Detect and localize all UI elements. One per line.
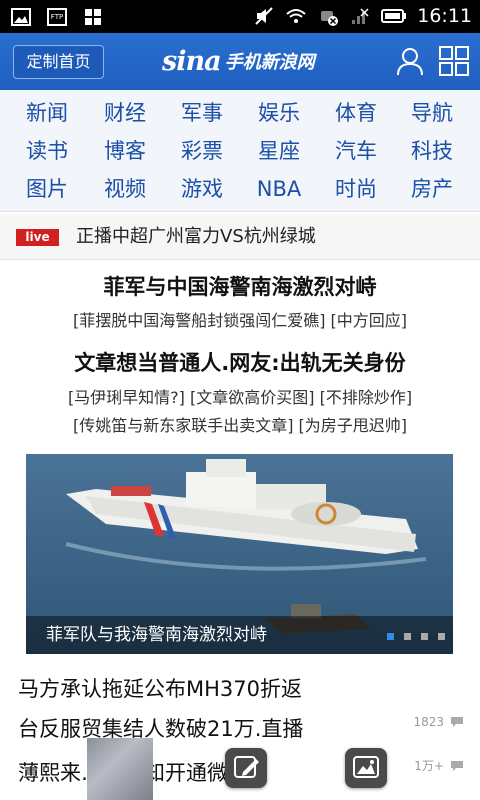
- app-header: 定制首页 sina 手机新浪网: [0, 33, 480, 90]
- carousel-dot[interactable]: [404, 633, 411, 640]
- news-list-item[interactable]: 台反服贸集结人数破21万.直播 1823: [0, 708, 480, 750]
- nav-item[interactable]: 游戏: [162, 170, 242, 208]
- nav-item[interactable]: 财经: [85, 94, 165, 132]
- gallery-icon: [353, 756, 379, 778]
- gallery-floating-button[interactable]: [345, 748, 387, 788]
- news-title: 马方承认拖延公布MH370折返: [18, 677, 302, 701]
- headline-sublinks[interactable]: [传姚笛与新东家联手出卖文章] [为房子甩迟帅]: [0, 414, 480, 438]
- nav-item[interactable]: 新闻: [7, 94, 87, 132]
- wifi-icon: [286, 9, 306, 23]
- nav-item[interactable]: 星座: [239, 132, 319, 170]
- edit-icon: [234, 756, 259, 778]
- custom-home-button[interactable]: 定制首页: [13, 45, 104, 79]
- nav-item[interactable]: 彩票: [162, 132, 242, 170]
- status-bar: FTP 16:11: [0, 0, 480, 33]
- sina-logo[interactable]: sina 手机新浪网: [162, 41, 315, 81]
- nav-row: 读书 博客 彩票 星座 汽车 科技: [0, 132, 480, 170]
- carousel-dot[interactable]: [421, 633, 428, 640]
- logo-text: 手机新浪网: [224, 52, 315, 73]
- nav-item[interactable]: 科技: [392, 132, 472, 170]
- nav-item[interactable]: 时尚: [316, 170, 396, 208]
- nav-item[interactable]: 汽车: [316, 132, 396, 170]
- edit-floating-button[interactable]: [225, 748, 267, 788]
- headline-title[interactable]: 文章想当普通人.网友:出轨无关身份: [0, 348, 480, 378]
- ftp-icon: FTP: [47, 8, 67, 26]
- category-nav: 新闻 财经 军事 娱乐 体育 导航 读书 博客 彩票 星座 汽车 科技 图片 视…: [0, 90, 480, 212]
- comment-icon: [451, 761, 463, 771]
- comment-count: 1万+: [414, 759, 444, 773]
- signal-off-icon: [321, 11, 339, 26]
- live-badge: live: [16, 229, 59, 246]
- nav-item[interactable]: NBA: [239, 170, 319, 208]
- comment-icon: [451, 717, 463, 727]
- nav-item[interactable]: 导航: [392, 94, 472, 132]
- carousel-dots: [387, 633, 445, 640]
- news-list-item[interactable]: 马方承认拖延公布MH370折返: [0, 668, 480, 710]
- nav-item[interactable]: 军事: [162, 94, 242, 132]
- photo-caption: 菲军队与我海警南海激烈对峙: [46, 625, 267, 645]
- mute-icon: [255, 7, 273, 25]
- logo-brand: sina: [162, 45, 222, 77]
- carousel-dot[interactable]: [387, 633, 394, 640]
- live-text[interactable]: 正播中超广州富力VS杭州绿城: [76, 224, 316, 250]
- signal-bars-icon: [352, 8, 369, 24]
- floating-thumbnail[interactable]: [87, 738, 153, 800]
- battery-icon: [381, 9, 407, 23]
- nav-item[interactable]: 娱乐: [239, 94, 319, 132]
- comment-count: 1823: [413, 715, 444, 729]
- svg-text:FTP: FTP: [51, 13, 63, 21]
- live-bar[interactable]: live 正播中超广州富力VS杭州绿城: [0, 214, 480, 260]
- nav-item[interactable]: 图片: [7, 170, 87, 208]
- nav-item[interactable]: 博客: [85, 132, 165, 170]
- nav-item[interactable]: 房产: [392, 170, 472, 208]
- nav-item[interactable]: 读书: [7, 132, 87, 170]
- image-icon: [11, 8, 31, 26]
- apps-icon: [85, 9, 101, 25]
- grid-menu-icon[interactable]: [438, 45, 470, 77]
- photo-carousel[interactable]: 菲军队与我海警南海激烈对峙: [26, 454, 453, 654]
- headline-title[interactable]: 菲军与中国海警南海激烈对峙: [0, 272, 480, 302]
- nav-row: 图片 视频 游戏 NBA 时尚 房产: [0, 170, 480, 208]
- user-icon[interactable]: [395, 46, 425, 76]
- carousel-dot[interactable]: [438, 633, 445, 640]
- nav-item[interactable]: 视频: [85, 170, 165, 208]
- nav-row: 新闻 财经 军事 娱乐 体育 导航: [0, 94, 480, 132]
- headline-sublinks[interactable]: [马伊琍早知情?] [文章欲高价买图] [不排除炒作]: [0, 386, 480, 410]
- headline-sublinks[interactable]: [菲摆脱中国海警船封锁强闯仁爱礁] [中方回应]: [0, 309, 480, 333]
- nav-item[interactable]: 体育: [316, 94, 396, 132]
- clock: 16:11: [417, 5, 472, 27]
- news-title: 台反服贸集结人数破21万.直播: [18, 717, 304, 741]
